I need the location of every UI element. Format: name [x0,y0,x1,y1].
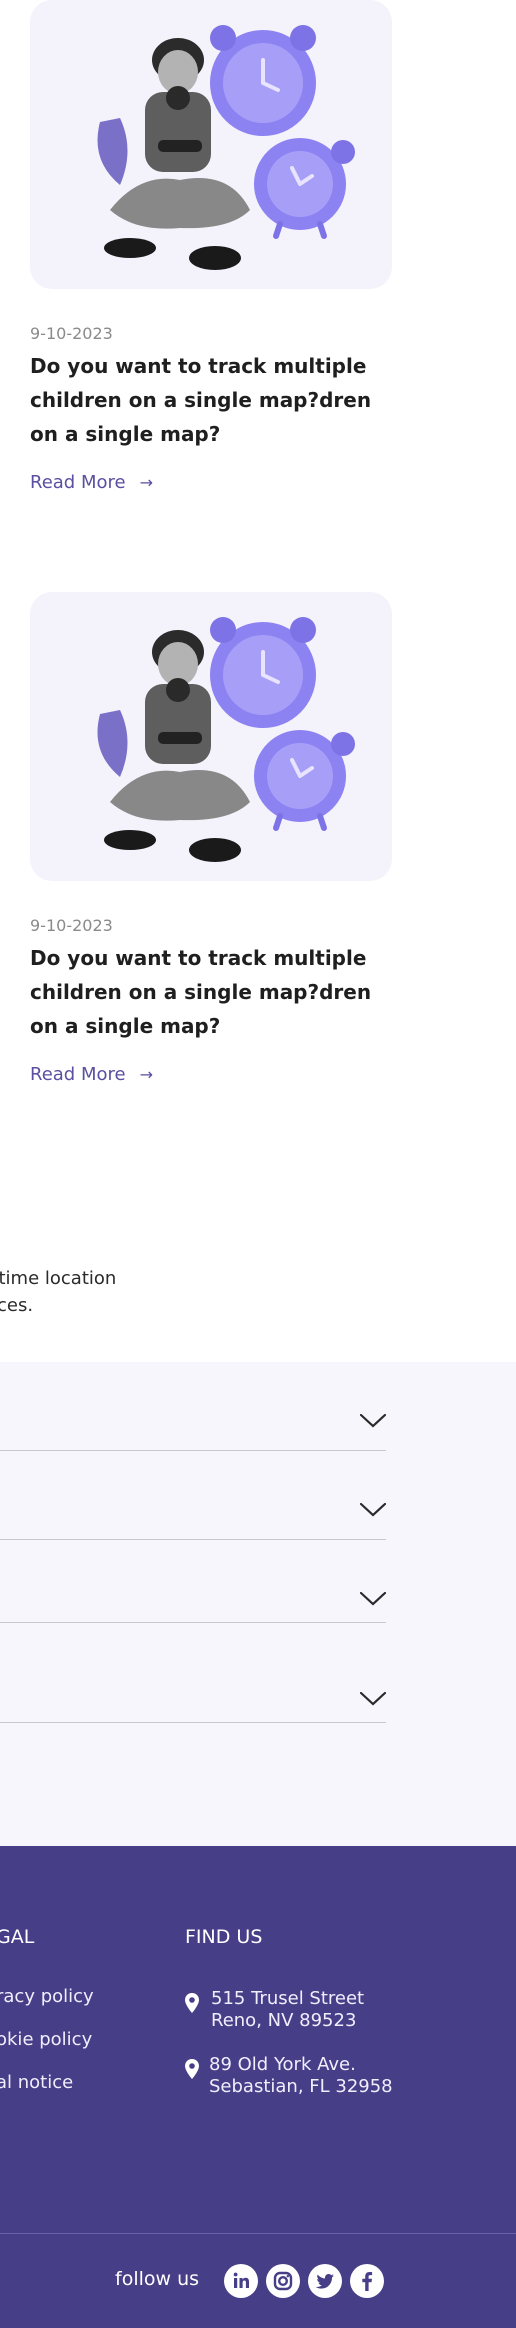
chevron-down-icon [360,1592,386,1606]
post-title[interactable]: Do you want to track multiple children o… [30,941,400,1043]
post-date: 9-10-2023 [30,324,113,343]
boy-with-alarm-clocks-illustration [97,25,355,270]
twitter-icon[interactable] [308,2264,342,2298]
instagram-icon[interactable] [266,2264,300,2298]
faq-item[interactable] [0,1479,386,1540]
address-line: 515 Trusel Street [211,1988,365,2009]
find-us-heading: FIND US [185,1926,263,1948]
faq-item[interactable] [0,1390,386,1451]
boy-with-alarm-clocks-illustration [97,617,355,862]
faq-item[interactable] [0,1662,386,1723]
chevron-down-icon [360,1692,386,1706]
arrow-right-icon: → [139,1065,153,1084]
read-more-link[interactable]: Read More → [30,1064,153,1085]
address-line: 89 Old York Ave. [209,2054,356,2075]
post-date: 9-10-2023 [30,916,113,935]
chevron-down-icon [360,1414,386,1428]
address-line: Sebastian, FL 32958 [209,2076,393,2097]
legal-link-notice[interactable]: al notice [0,2072,73,2093]
arrow-right-icon: → [139,473,153,492]
faq-item[interactable] [0,1562,386,1623]
address-line: Reno, NV 89523 [211,2010,357,2031]
address-1: 515 Trusel Street Reno, NV 89523 [211,1988,364,2032]
read-more-link[interactable]: Read More → [30,472,153,493]
linkedin-icon[interactable] [224,2264,258,2298]
site-footer: GAL racy policy okie policy al notice FI… [0,1846,516,2328]
intro-line: -time location [0,1268,117,1289]
read-more-label: Read More [30,472,126,493]
intro-line: ices. [0,1295,34,1316]
chevron-down-icon [360,1503,386,1517]
blog-card-image[interactable] [30,592,392,881]
blog-card-image[interactable] [30,0,392,289]
legal-heading: GAL [0,1926,35,1948]
legal-link-cookie[interactable]: okie policy [0,2029,92,2050]
post-title[interactable]: Do you want to track multiple children o… [30,349,400,451]
follow-us-label: follow us [115,2268,200,2290]
faq-section [0,1362,516,1846]
section-intro-text: -time location ices. [0,1265,192,1319]
legal-link-privacy[interactable]: racy policy [0,1986,94,2007]
location-pin-icon [185,2059,199,2079]
read-more-label: Read More [30,1064,126,1085]
footer-divider [0,2233,516,2234]
address-2: 89 Old York Ave. Sebastian, FL 32958 [209,2054,393,2098]
location-pin-icon [185,1993,199,2013]
facebook-icon[interactable] [350,2264,384,2298]
